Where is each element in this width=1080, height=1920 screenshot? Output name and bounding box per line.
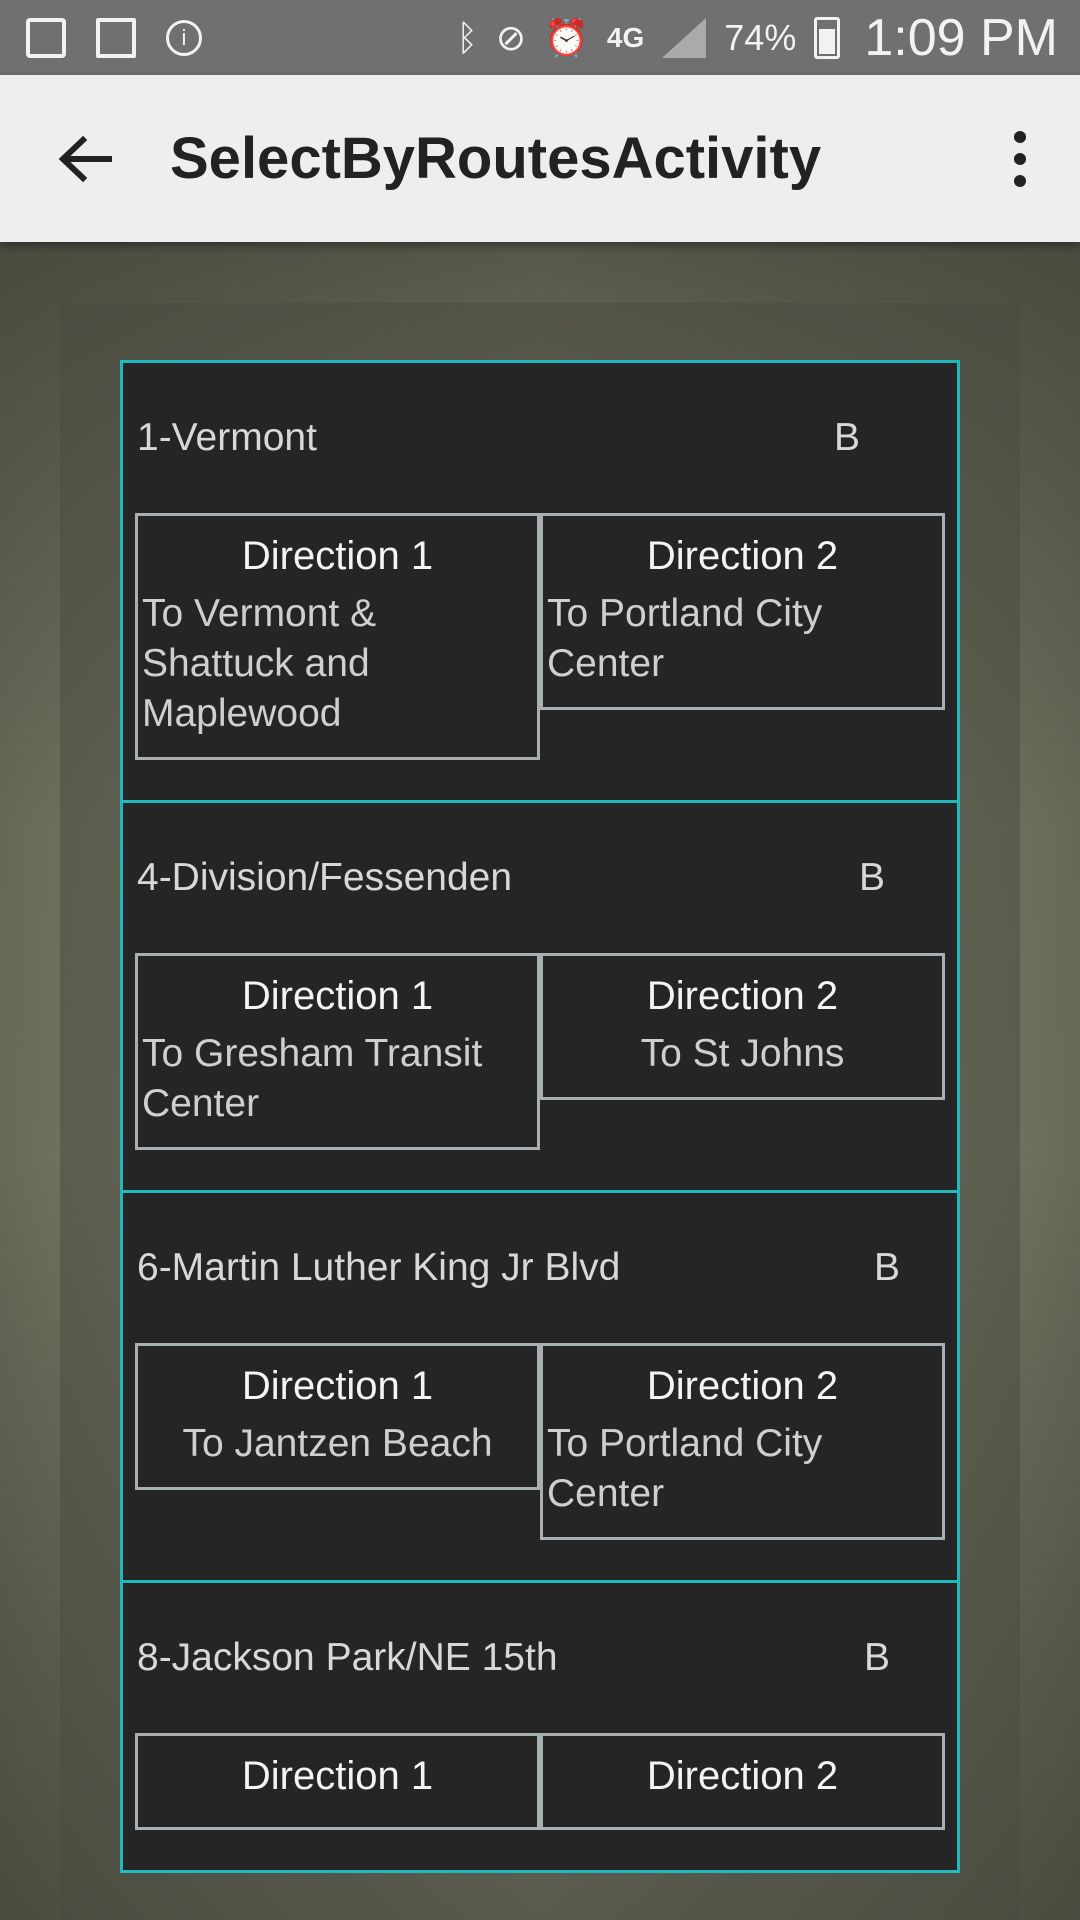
sync-icon xyxy=(96,17,136,58)
direction-1-button[interactable]: Direction 1 To Gresham Transit Center xyxy=(135,953,540,1150)
route-item: 8-Jackson Park/NE 15th B Direction 1 Dir… xyxy=(120,1580,960,1873)
direction-title: Direction 1 xyxy=(241,1754,434,1798)
direction-2-button[interactable]: Direction 2 xyxy=(540,1733,945,1830)
info-icon: i xyxy=(166,19,202,56)
direction-1-button[interactable]: Direction 1 xyxy=(135,1733,540,1830)
direction-destination: To Portland City Center xyxy=(547,1422,823,1515)
direction-destination: To Jantzen Beach xyxy=(182,1422,493,1465)
route-badge: B xyxy=(863,1636,890,1679)
direction-2-button[interactable]: Direction 2 To Portland City Center xyxy=(540,1343,945,1540)
direction-destination: To Vermont & Shattuck and Maplewood xyxy=(142,592,377,735)
direction-1-button[interactable]: Direction 1 To Vermont & Shattuck and Ma… xyxy=(135,513,540,760)
more-vert-icon xyxy=(1014,130,1026,143)
route-item: 4-Division/Fessenden B Direction 1 To Gr… xyxy=(120,800,960,1193)
gallery-icon xyxy=(26,17,66,58)
route-badge: B xyxy=(858,856,885,899)
route-name[interactable]: 4-Division/Fessenden xyxy=(137,856,787,900)
direction-title: Direction 2 xyxy=(646,534,839,578)
route-badge: B xyxy=(833,416,860,459)
direction-1-button[interactable]: Direction 1 To Jantzen Beach xyxy=(135,1343,540,1490)
battery-percentage: 74% xyxy=(724,16,797,58)
signal-icon xyxy=(662,17,707,58)
direction-title: Direction 2 xyxy=(646,974,839,1018)
bluetooth-icon: ᛒ xyxy=(456,16,478,58)
page-title: SelectByRoutesActivity xyxy=(170,126,822,191)
direction-title: Direction 1 xyxy=(241,974,434,1018)
alarm-icon: ⏰ xyxy=(544,16,589,58)
direction-2-button[interactable]: Direction 2 To St Johns xyxy=(540,953,945,1100)
route-item: 1-Vermont B Direction 1 To Vermont & Sha… xyxy=(120,360,960,803)
battery-icon xyxy=(814,16,841,59)
direction-title: Direction 2 xyxy=(646,1754,839,1798)
app-bar: SelectByRoutesActivity xyxy=(0,75,1080,242)
back-button[interactable] xyxy=(30,104,140,214)
route-list: 1-Vermont B Direction 1 To Vermont & Sha… xyxy=(120,360,960,1873)
route-badge: B xyxy=(873,1246,900,1289)
route-item: 6-Martin Luther King Jr Blvd B Direction… xyxy=(120,1190,960,1583)
mute-vibrate-icon: ⊘ xyxy=(495,16,527,58)
direction-destination: To Portland City Center xyxy=(547,592,823,685)
direction-destination: To Gresham Transit Center xyxy=(142,1032,483,1125)
direction-2-button[interactable]: Direction 2 To Portland City Center xyxy=(540,513,945,710)
route-name[interactable]: 6-Martin Luther King Jr Blvd xyxy=(137,1246,817,1290)
direction-destination: To St Johns xyxy=(640,1032,845,1075)
route-name[interactable]: 1-Vermont xyxy=(137,416,737,460)
direction-title: Direction 2 xyxy=(646,1364,839,1408)
route-name[interactable]: 8-Jackson Park/NE 15th xyxy=(137,1636,797,1680)
status-bar: i ᛒ ⊘ ⏰ 4G 74% 1:09 PM xyxy=(0,0,1080,75)
direction-title: Direction 1 xyxy=(241,534,434,578)
arrow-left-icon xyxy=(58,135,112,182)
direction-title: Direction 1 xyxy=(241,1364,434,1408)
network-4g-icon: 4G xyxy=(606,21,645,53)
overflow-menu-button[interactable] xyxy=(990,104,1050,214)
clock: 1:09 PM xyxy=(864,8,1058,67)
